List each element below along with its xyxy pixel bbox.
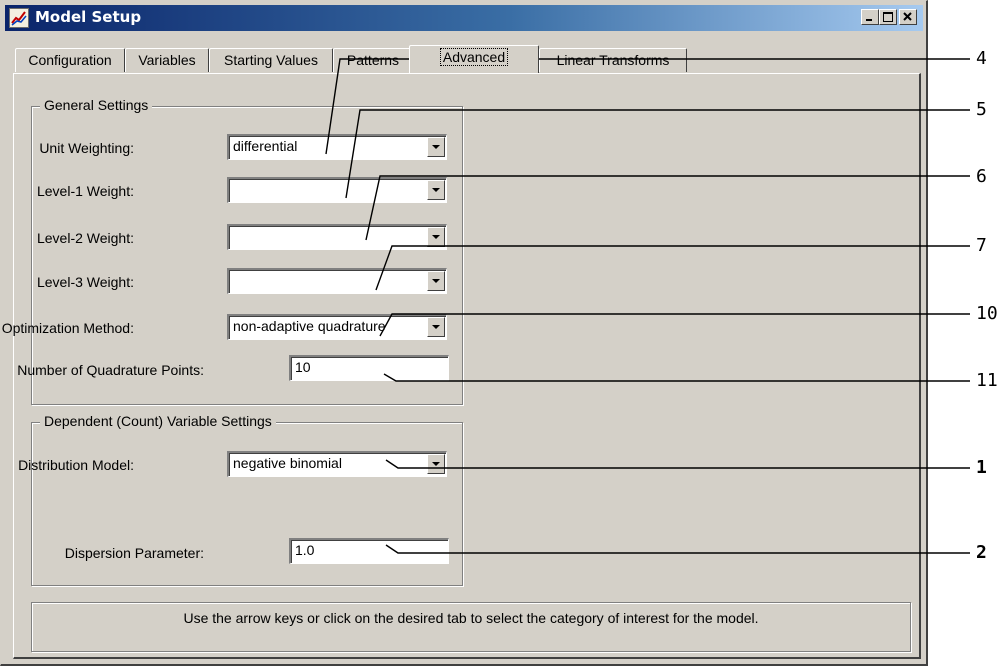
dispersion-parameter-input[interactable]: 1.0: [289, 538, 449, 564]
unit-weighting-select[interactable]: differential: [227, 134, 447, 160]
callout-number-2: 2: [976, 542, 987, 563]
level2-weight-select[interactable]: [227, 224, 447, 250]
unit-weighting-dropdown-button[interactable]: [427, 137, 445, 157]
tab-patterns[interactable]: Patterns: [333, 48, 413, 72]
tab-label: Variables: [138, 52, 196, 68]
level3-weight-dropdown-button[interactable]: [427, 271, 445, 291]
level2-weight-label: Level-2 Weight:: [36, 230, 134, 246]
distribution-model-select[interactable]: negative binomial: [227, 451, 447, 477]
chevron-down-icon: [432, 145, 440, 149]
tab-advanced[interactable]: Advanced: [409, 45, 539, 73]
level1-weight-label: Level-1 Weight:: [36, 183, 134, 199]
model-setup-app-icon[interactable]: [9, 8, 29, 28]
unit-weighting-label: Unit Weighting:: [39, 140, 134, 156]
maximize-button[interactable]: [879, 9, 897, 25]
callout-number-1: 1: [976, 457, 987, 478]
general-settings-legend: General Settings: [40, 97, 153, 113]
callout-number-4: 4: [976, 48, 987, 69]
maximize-icon: [883, 12, 893, 22]
distribution-model-value: negative binomial: [233, 455, 342, 471]
quadrature-points-value: 10: [295, 359, 311, 375]
callout-number-10: 10: [976, 303, 998, 324]
callout-number-11: 11: [976, 370, 998, 391]
callout-number-7: 7: [976, 235, 987, 256]
tab-starting-values[interactable]: Starting Values: [209, 48, 333, 72]
optimization-method-dropdown-button[interactable]: [427, 317, 445, 337]
distribution-model-label: Distribution Model:: [18, 457, 134, 473]
status-message: Use the arrow keys or click on the desir…: [183, 610, 759, 626]
window-title: Model Setup: [35, 8, 142, 26]
chevron-down-icon: [432, 325, 440, 329]
minimize-button[interactable]: [861, 9, 879, 25]
optimization-method-select[interactable]: non-adaptive quadrature: [227, 314, 447, 340]
callout-number-6: 6: [976, 166, 987, 187]
chevron-down-icon: [432, 462, 440, 466]
distribution-model-dropdown-button[interactable]: [427, 454, 445, 474]
level3-weight-select[interactable]: [227, 268, 447, 294]
chevron-down-icon: [432, 235, 440, 239]
tab-label: Advanced: [439, 48, 509, 66]
close-button[interactable]: [899, 9, 917, 25]
unit-weighting-value: differential: [233, 138, 298, 154]
tab-label: Starting Values: [224, 52, 318, 68]
dispersion-parameter-label: Dispersion Parameter:: [64, 545, 204, 561]
dependent-variable-settings-legend: Dependent (Count) Variable Settings: [40, 413, 276, 429]
title-bar[interactable]: Model Setup: [5, 5, 923, 31]
level2-weight-dropdown-button[interactable]: [427, 227, 445, 247]
level1-weight-select[interactable]: [227, 177, 447, 203]
level1-weight-dropdown-button[interactable]: [427, 180, 445, 200]
minimize-icon: [866, 19, 872, 21]
optimization-method-value: non-adaptive quadrature: [233, 318, 386, 334]
tab-linear-transforms[interactable]: Linear Transforms: [539, 48, 687, 72]
tab-configuration[interactable]: Configuration: [15, 48, 125, 72]
chevron-down-icon: [432, 188, 440, 192]
tab-label: Linear Transforms: [556, 52, 670, 68]
callout-number-5: 5: [976, 99, 987, 120]
dispersion-parameter-value: 1.0: [295, 542, 315, 558]
tab-variables[interactable]: Variables: [125, 48, 209, 72]
level3-weight-label: Level-3 Weight:: [36, 274, 134, 290]
optimization-method-label: Optimization Method:: [1, 320, 134, 336]
quadrature-points-label: Number of Quadrature Points:: [17, 362, 204, 378]
close-icon: [903, 12, 912, 21]
chevron-down-icon: [432, 279, 440, 283]
status-message-box: Use the arrow keys or click on the desir…: [31, 602, 911, 652]
model-setup-window: Model Setup Configuration Variables Star…: [0, 0, 928, 666]
quadrature-points-input[interactable]: 10: [289, 355, 449, 381]
tab-label: Patterns: [346, 52, 400, 68]
tab-label: Configuration: [28, 52, 112, 68]
